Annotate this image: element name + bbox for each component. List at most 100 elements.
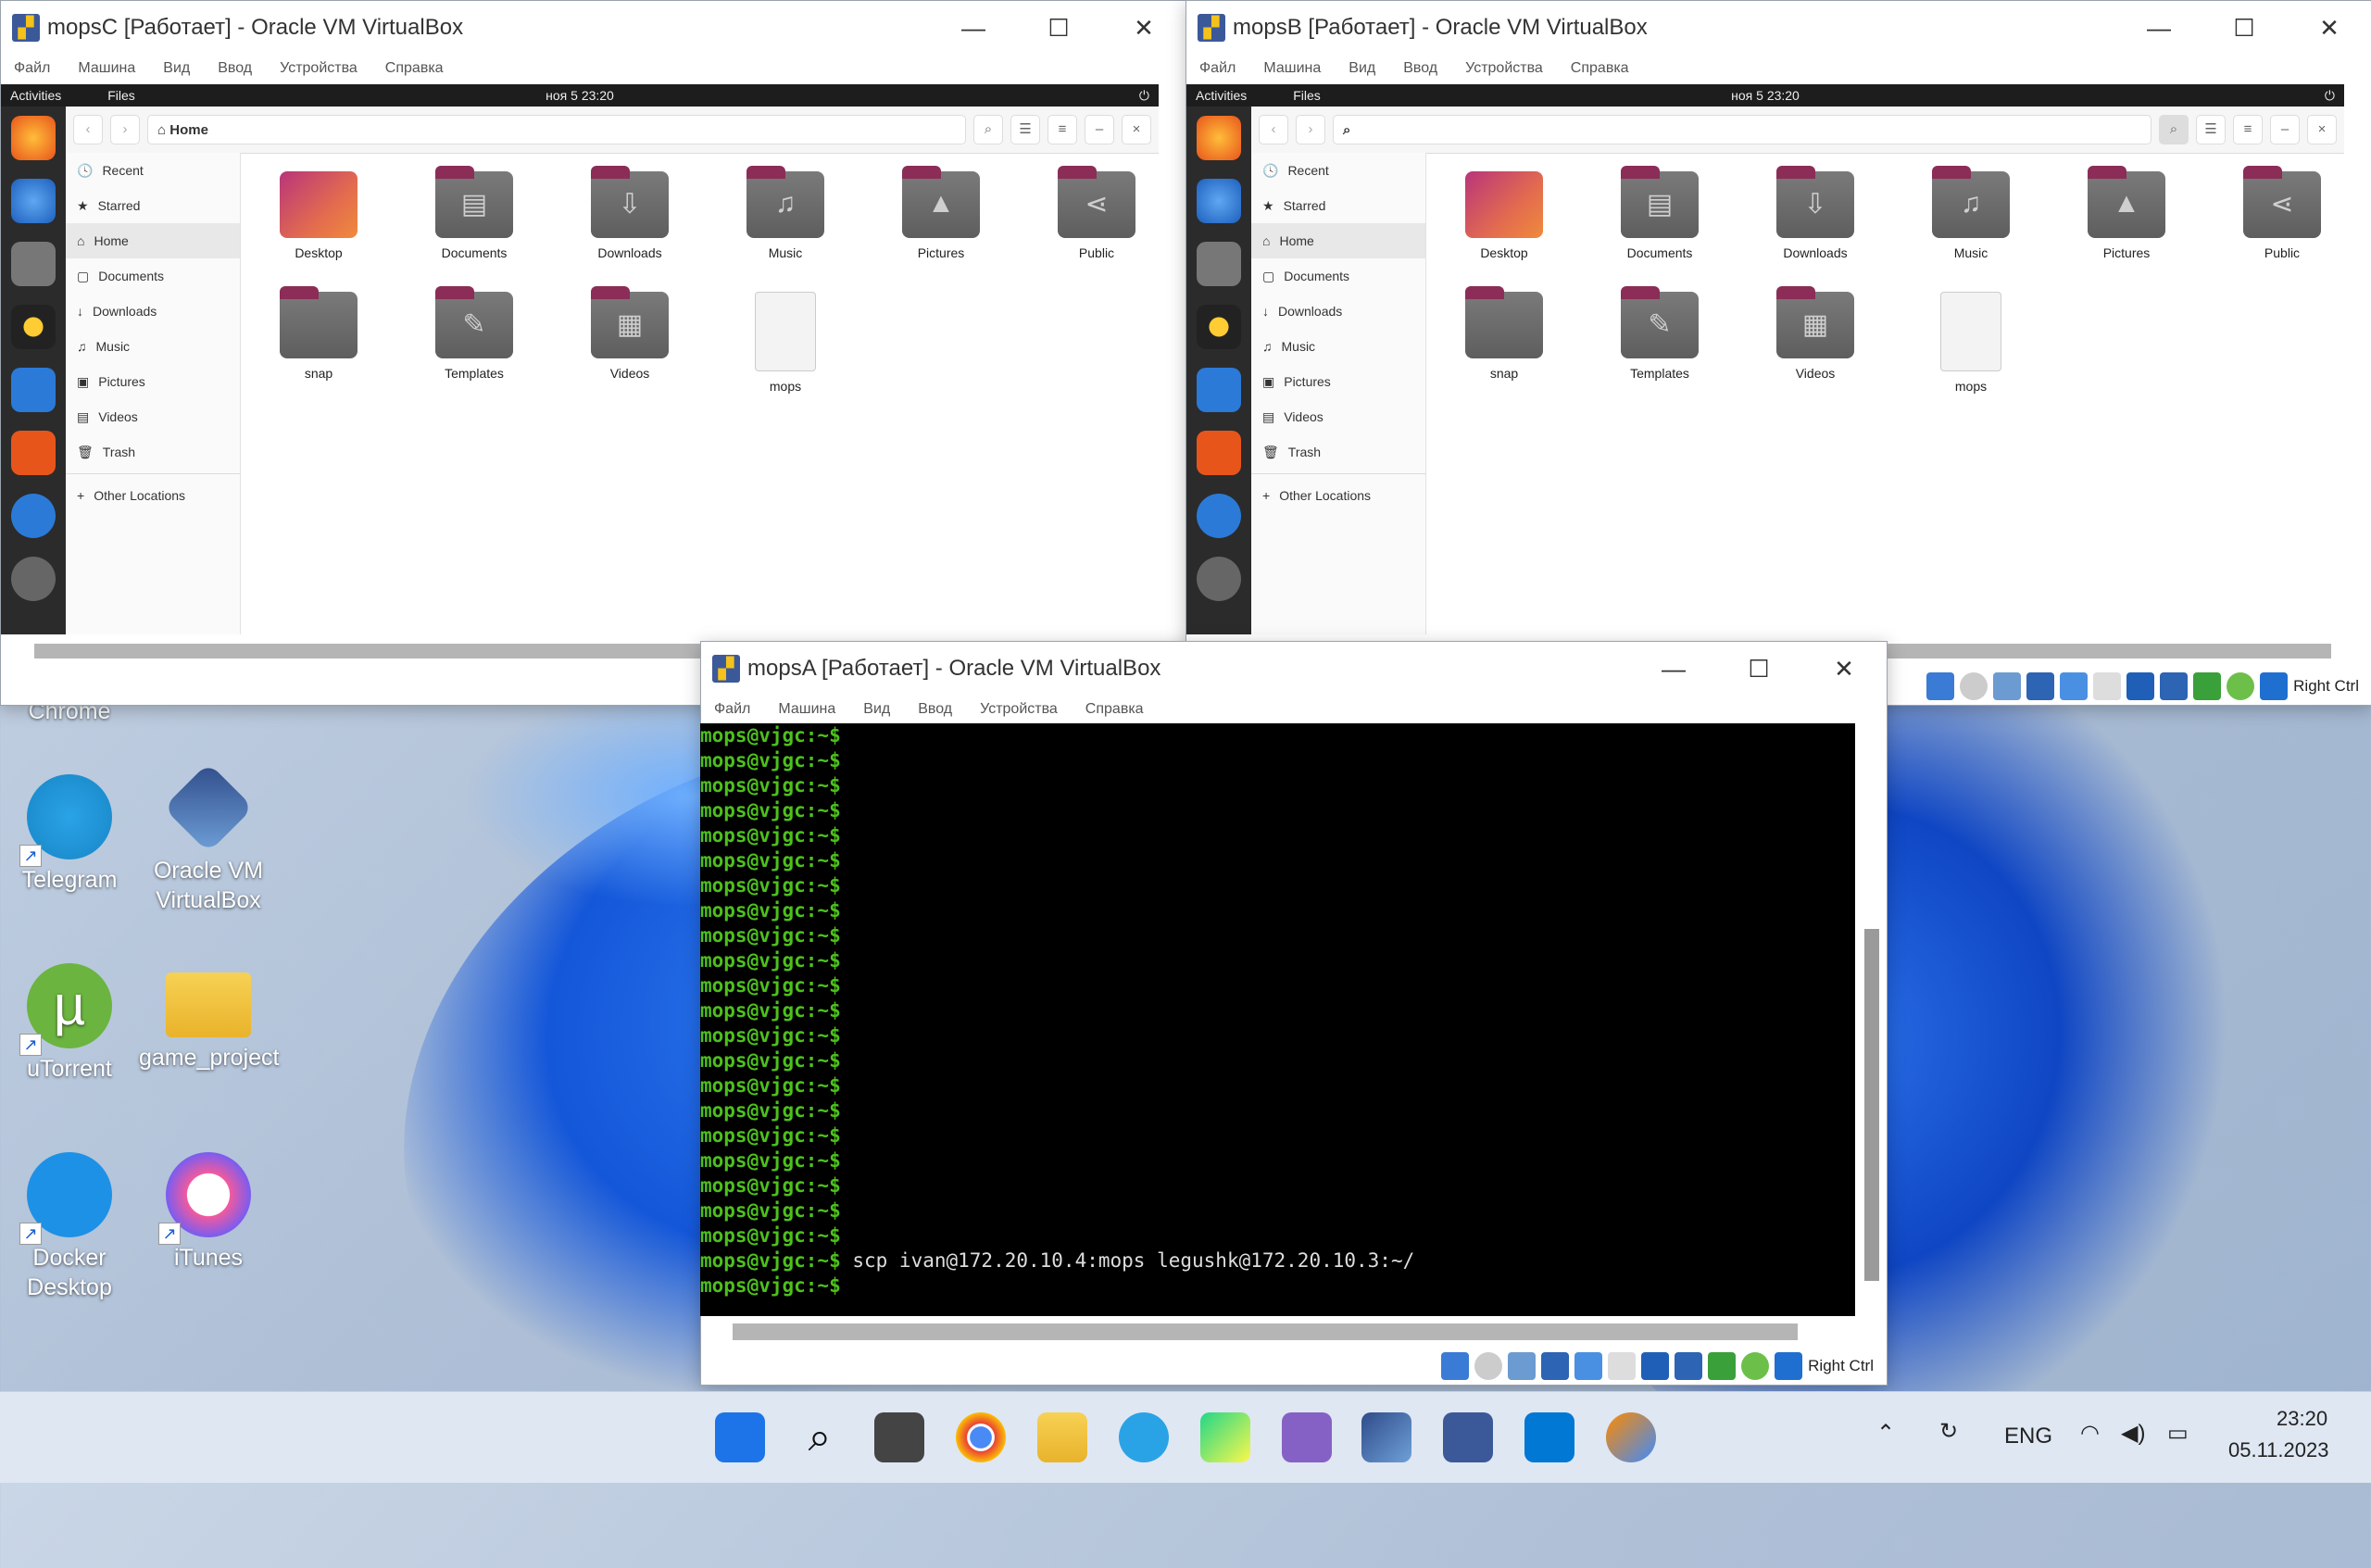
- desktop-icon-utorrent[interactable]: µ ↗ uTorrent: [0, 963, 139, 1084]
- writer-icon[interactable]: [11, 368, 56, 412]
- chevron-up-icon[interactable]: ⌃: [1876, 1420, 1895, 1447]
- battery-icon[interactable]: ▭: [2167, 1420, 2189, 1447]
- menu-input[interactable]: Ввод: [218, 60, 252, 77]
- menu-machine[interactable]: Машина: [1263, 60, 1321, 77]
- file-item-videos[interactable]: ▦ Videos: [1746, 286, 1885, 381]
- file-item-mops[interactable]: mops: [1901, 292, 2040, 394]
- menu-file[interactable]: Файл: [714, 701, 750, 718]
- menu-file[interactable]: Файл: [1199, 60, 1236, 77]
- file-item-snap[interactable]: snap: [1435, 286, 1574, 381]
- file-item-desktop[interactable]: Desktop: [1435, 171, 1574, 260]
- sync-icon[interactable]: ↻: [1939, 1418, 1958, 1445]
- software-icon[interactable]: [1197, 431, 1241, 475]
- menu-help[interactable]: Справка: [385, 60, 444, 77]
- forward-button[interactable]: ›: [1296, 115, 1325, 144]
- search-field[interactable]: ⌕: [1333, 115, 2151, 144]
- menu-view[interactable]: Вид: [163, 60, 190, 77]
- sidebar-item-starred[interactable]: ★ Starred: [1251, 188, 1425, 223]
- menu-input[interactable]: Ввод: [918, 701, 952, 718]
- language-indicator[interactable]: ENG: [2004, 1424, 2052, 1449]
- path-bar[interactable]: ⌂ Home: [147, 115, 966, 144]
- menu-help[interactable]: Справка: [1085, 701, 1144, 718]
- clock-time[interactable]: 23:20: [2277, 1407, 2327, 1431]
- sidebar-item-music[interactable]: ♫ Music: [1251, 329, 1425, 364]
- file-item-music[interactable]: ♫ Music: [1901, 166, 2040, 260]
- maximize-button[interactable]: ☐: [2202, 14, 2287, 43]
- display-icon[interactable]: [2126, 672, 2155, 700]
- menu-devices[interactable]: Устройства: [280, 60, 358, 77]
- file-item-snap[interactable]: snap: [249, 286, 388, 381]
- settings-icon[interactable]: [11, 557, 56, 601]
- app-menu[interactable]: Files: [1293, 88, 1321, 103]
- writer-icon[interactable]: [1197, 368, 1241, 412]
- menu-devices[interactable]: Устройства: [980, 701, 1058, 718]
- vmware-icon[interactable]: [1443, 1412, 1493, 1462]
- task-view-icon[interactable]: [874, 1412, 924, 1462]
- menu-machine[interactable]: Машина: [778, 701, 835, 718]
- file-item-templates[interactable]: ✎ Templates: [405, 286, 544, 381]
- settings-icon[interactable]: [1197, 557, 1241, 601]
- close-button[interactable]: ✕: [1101, 14, 1186, 43]
- audio-icon[interactable]: [1508, 1352, 1537, 1380]
- file-item-public[interactable]: ⋖ Public: [1027, 166, 1159, 260]
- wifi-icon[interactable]: ◠: [2080, 1420, 2100, 1447]
- search-icon[interactable]: ⌕: [973, 115, 1003, 144]
- sidebar-item-recent[interactable]: 🕓 Recent: [1251, 153, 1425, 188]
- firefox-icon[interactable]: [1197, 116, 1241, 160]
- minimize-icon[interactable]: –: [2270, 115, 2300, 144]
- desktop-icon-game-project[interactable]: game_project: [139, 963, 279, 1073]
- chrome-icon[interactable]: [956, 1412, 1006, 1462]
- sidebar-item-pictures[interactable]: ▣ Pictures: [1251, 364, 1425, 399]
- menu-view[interactable]: Вид: [1349, 60, 1375, 77]
- virtualbox-icon[interactable]: [1361, 1412, 1411, 1462]
- sidebar-item-home[interactable]: ⌂ Home: [66, 223, 240, 258]
- start-icon[interactable]: [715, 1412, 765, 1462]
- audio-icon[interactable]: [1993, 672, 2022, 700]
- system-menu-icon[interactable]: ⏻: [2325, 88, 2335, 104]
- menu-view[interactable]: Вид: [863, 701, 890, 718]
- software-icon[interactable]: [11, 431, 56, 475]
- file-item-videos[interactable]: ▦ Videos: [560, 286, 699, 381]
- view-list-icon[interactable]: ☰: [2196, 115, 2226, 144]
- file-item-downloads[interactable]: ⇩ Downloads: [1746, 166, 1885, 260]
- sidebar-item-recent[interactable]: 🕓 Recent: [66, 153, 240, 188]
- visual-studio-icon[interactable]: [1282, 1412, 1332, 1462]
- sidebar-item-documents[interactable]: ▢ Documents: [1251, 258, 1425, 294]
- recording-icon[interactable]: [1675, 1352, 1703, 1380]
- window-titlebar[interactable]: ▞ mopsA [Работает] - Oracle VM VirtualBo…: [701, 642, 1887, 696]
- sidebar-item-videos[interactable]: ▤ Videos: [66, 399, 240, 434]
- desktop-icon-docker[interactable]: ↗ Docker Desktop: [0, 1152, 139, 1302]
- usb-icon[interactable]: [1574, 1352, 1603, 1380]
- search-icon[interactable]: ⌕: [2159, 115, 2189, 144]
- sidebar-item-trash[interactable]: 🗑 Trash: [66, 434, 240, 470]
- rhythmbox-icon[interactable]: [1197, 305, 1241, 349]
- menu-machine[interactable]: Машина: [78, 60, 135, 77]
- hdd-icon[interactable]: [1926, 672, 1955, 700]
- file-item-music[interactable]: ♫ Music: [716, 166, 855, 260]
- volume-icon[interactable]: ◀): [2121, 1420, 2145, 1447]
- keyboard-capture-icon[interactable]: [1775, 1352, 1803, 1380]
- sidebar-item-starred[interactable]: ★ Starred: [66, 188, 240, 223]
- minimize-icon[interactable]: –: [1085, 115, 1114, 144]
- network-icon[interactable]: [2026, 672, 2055, 700]
- sidebar-item-trash[interactable]: 🗑 Trash: [1251, 434, 1425, 470]
- network-icon[interactable]: [1541, 1352, 1570, 1380]
- vm-window-mopsb[interactable]: ▞ mopsB [Работает] - Oracle VM VirtualBo…: [1186, 0, 2371, 706]
- guest-screen[interactable]: Activities Files ноя 5 23:20 ⏻ ‹ › ⌕ ⌕ ☰…: [1186, 84, 2344, 634]
- optical-drive-icon[interactable]: [1474, 1352, 1503, 1380]
- file-item-pictures[interactable]: ▲ Pictures: [2057, 166, 2196, 260]
- clock-date[interactable]: 05.11.2023: [2228, 1438, 2328, 1462]
- usb-icon[interactable]: [2060, 672, 2089, 700]
- file-item-desktop[interactable]: Desktop: [249, 171, 388, 260]
- sidebar-item-music[interactable]: ♫ Music: [66, 329, 240, 364]
- app-menu[interactable]: Files: [107, 88, 135, 103]
- recording-icon[interactable]: [2160, 672, 2189, 700]
- file-item-public[interactable]: ⋖ Public: [2213, 166, 2344, 260]
- telegram-icon[interactable]: [1119, 1412, 1169, 1462]
- desktop-icon-telegram[interactable]: ↗ Telegram: [0, 774, 139, 895]
- rhythmbox-icon[interactable]: [11, 305, 56, 349]
- menu-icon[interactable]: ≡: [1048, 115, 1077, 144]
- menu-devices[interactable]: Устройства: [1465, 60, 1543, 77]
- file-item-mops[interactable]: mops: [716, 292, 855, 394]
- sidebar-item-other-locations[interactable]: + Other Locations: [66, 478, 240, 513]
